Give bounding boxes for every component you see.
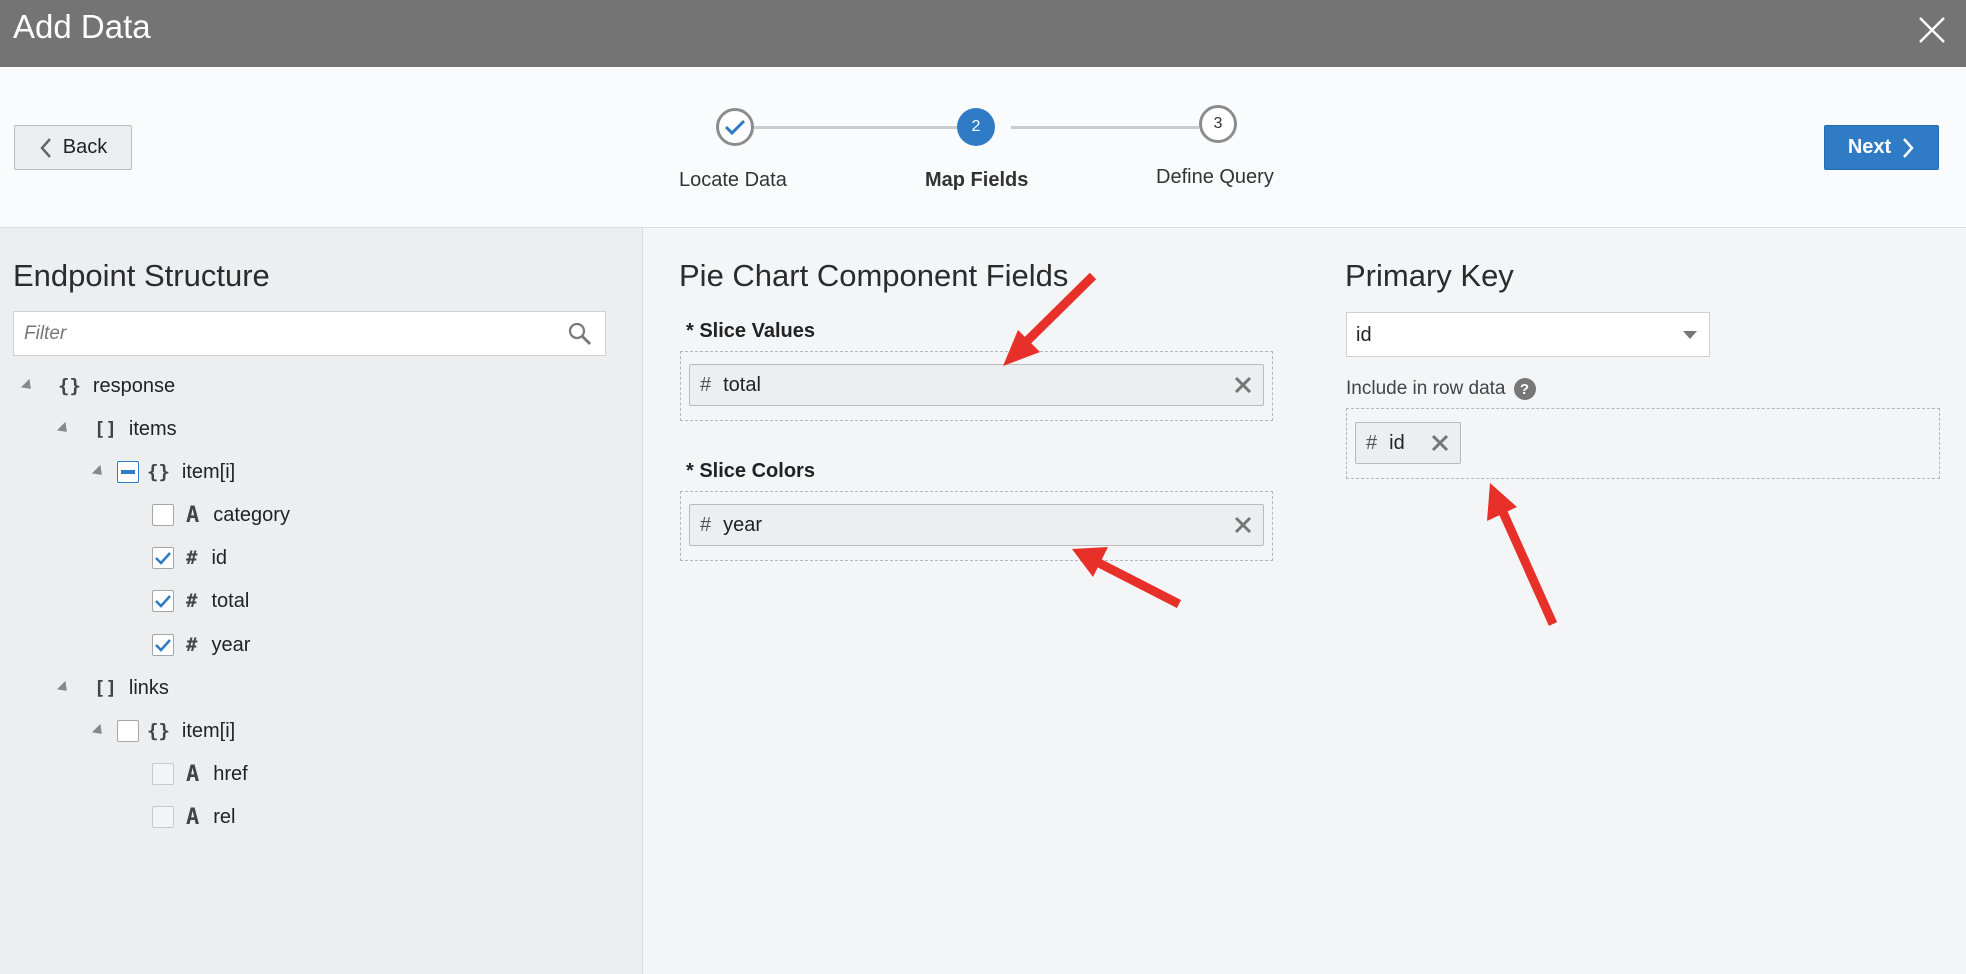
number-type-icon: # [1366,431,1378,454]
dialog-title: Add Data [13,8,151,45]
primary-key-select[interactable]: id [1346,312,1710,357]
include-row-data-label-row: Include in row data ? [1346,378,1536,400]
step-label-map-fields: Map Fields [925,169,1029,191]
expand-caret-icon[interactable] [56,680,72,696]
checked-checkbox[interactable] [152,634,174,656]
checked-checkbox[interactable] [152,547,174,569]
tree-node-items[interactable]: [] items [94,414,177,444]
tree-node-label: links [128,676,169,699]
object-icon: {} [147,720,170,742]
step-locate-data[interactable] [716,108,754,146]
number-type-icon: # [186,634,198,656]
tree-node-label: category [213,503,290,526]
disabled-checkbox[interactable] [152,763,174,785]
dialog-titlebar: Add Data [0,0,1966,67]
expand-caret-icon[interactable] [56,421,72,437]
unchecked-checkbox[interactable] [117,720,139,742]
tree-node-total[interactable]: # total [152,586,249,616]
filter-placeholder: Filter [24,323,67,344]
step-label-locate-data: Locate Data [679,169,787,191]
chevron-down-icon [1683,331,1697,339]
slice-colors-label: * Slice Colors [686,460,815,482]
step-number: 3 [1213,115,1223,132]
tree-node-href[interactable]: A href [152,759,248,789]
number-type-icon: # [700,373,712,396]
remove-icon[interactable] [1430,433,1450,453]
disabled-checkbox[interactable] [152,806,174,828]
endpoint-structure-panel: Endpoint Structure Filter {} response []… [0,228,643,974]
expand-caret-icon[interactable] [91,464,107,480]
tree-node-year[interactable]: # year [152,630,250,660]
number-type-icon: # [700,513,712,536]
number-type-icon: # [186,547,198,569]
tree-node-response[interactable]: {} response [58,371,175,401]
tree-node-label: items [128,417,177,440]
checkmark-icon [155,595,171,608]
slice-values-label: * Slice Values [686,320,815,342]
close-icon[interactable] [1914,12,1950,48]
tree-node-label: total [211,589,250,612]
array-icon: [] [94,677,117,699]
search-icon[interactable] [567,321,593,347]
remove-icon[interactable] [1233,515,1253,535]
step-label-define-query: Define Query [1156,166,1274,188]
tree-node-label: id [211,546,228,569]
back-button-label: Back [62,136,108,158]
checked-checkbox[interactable] [152,590,174,612]
text-type-icon: A [186,761,200,787]
wizard-header: Back Next [0,67,1966,228]
component-fields-heading: Pie Chart Component Fields [679,258,1069,293]
mapping-panel [644,228,1966,974]
expand-caret-icon[interactable] [91,723,107,739]
chevron-right-icon [1903,137,1914,158]
step-number: 2 [971,118,981,135]
slice-values-chip[interactable]: # total [689,364,1264,406]
tree-node-label: item[i] [181,719,236,742]
tree-node-label: href [213,762,248,785]
checkmark-icon [155,639,171,652]
next-button[interactable]: Next [1824,125,1939,170]
remove-icon[interactable] [1233,375,1253,395]
text-type-icon: A [186,804,200,830]
tree-node-label: item[i] [181,460,236,483]
object-icon: {} [58,375,81,397]
tree-node-label: rel [213,805,236,828]
primary-key-heading: Primary Key [1345,258,1514,293]
tree-node-category[interactable]: A category [152,500,290,530]
tree-node-rel[interactable]: A rel [152,802,235,832]
object-icon: {} [147,461,170,483]
minus-icon [121,470,135,474]
next-button-label: Next [1847,136,1892,158]
stepper-line-2 [1011,126,1199,129]
step-define-query[interactable]: 3 [1199,105,1237,143]
row-data-chip[interactable]: # id [1355,422,1461,464]
select-value: id [1356,324,1372,346]
partial-checkbox[interactable] [117,461,139,483]
filter-input[interactable]: Filter [13,311,606,356]
endpoint-structure-heading: Endpoint Structure [13,258,270,293]
stepper-line-1 [754,126,957,129]
expand-caret-icon[interactable] [20,378,36,394]
unchecked-checkbox[interactable] [152,504,174,526]
number-type-icon: # [186,590,198,612]
back-button[interactable]: Back [14,125,132,170]
chip-label: id [1389,431,1405,454]
include-row-data-label: Include in row data [1346,378,1506,399]
checkmark-icon [155,552,171,565]
text-type-icon: A [186,502,200,528]
chip-label: year [723,513,763,536]
tree-node-items-item[interactable]: {} item[i] [117,457,235,487]
tree-node-links-item[interactable]: {} item[i] [117,716,235,746]
slice-colors-chip[interactable]: # year [689,504,1264,546]
chip-label: total [723,373,761,396]
chevron-left-icon [40,137,51,158]
tree-node-label: response [92,374,176,397]
tree-node-links[interactable]: [] links [94,673,169,703]
checkmark-icon [724,119,746,136]
tree-node-label: year [211,633,251,656]
array-icon: [] [94,418,117,440]
step-map-fields[interactable]: 2 [957,108,995,146]
help-icon[interactable]: ? [1513,378,1536,400]
tree-node-id[interactable]: # id [152,543,227,573]
